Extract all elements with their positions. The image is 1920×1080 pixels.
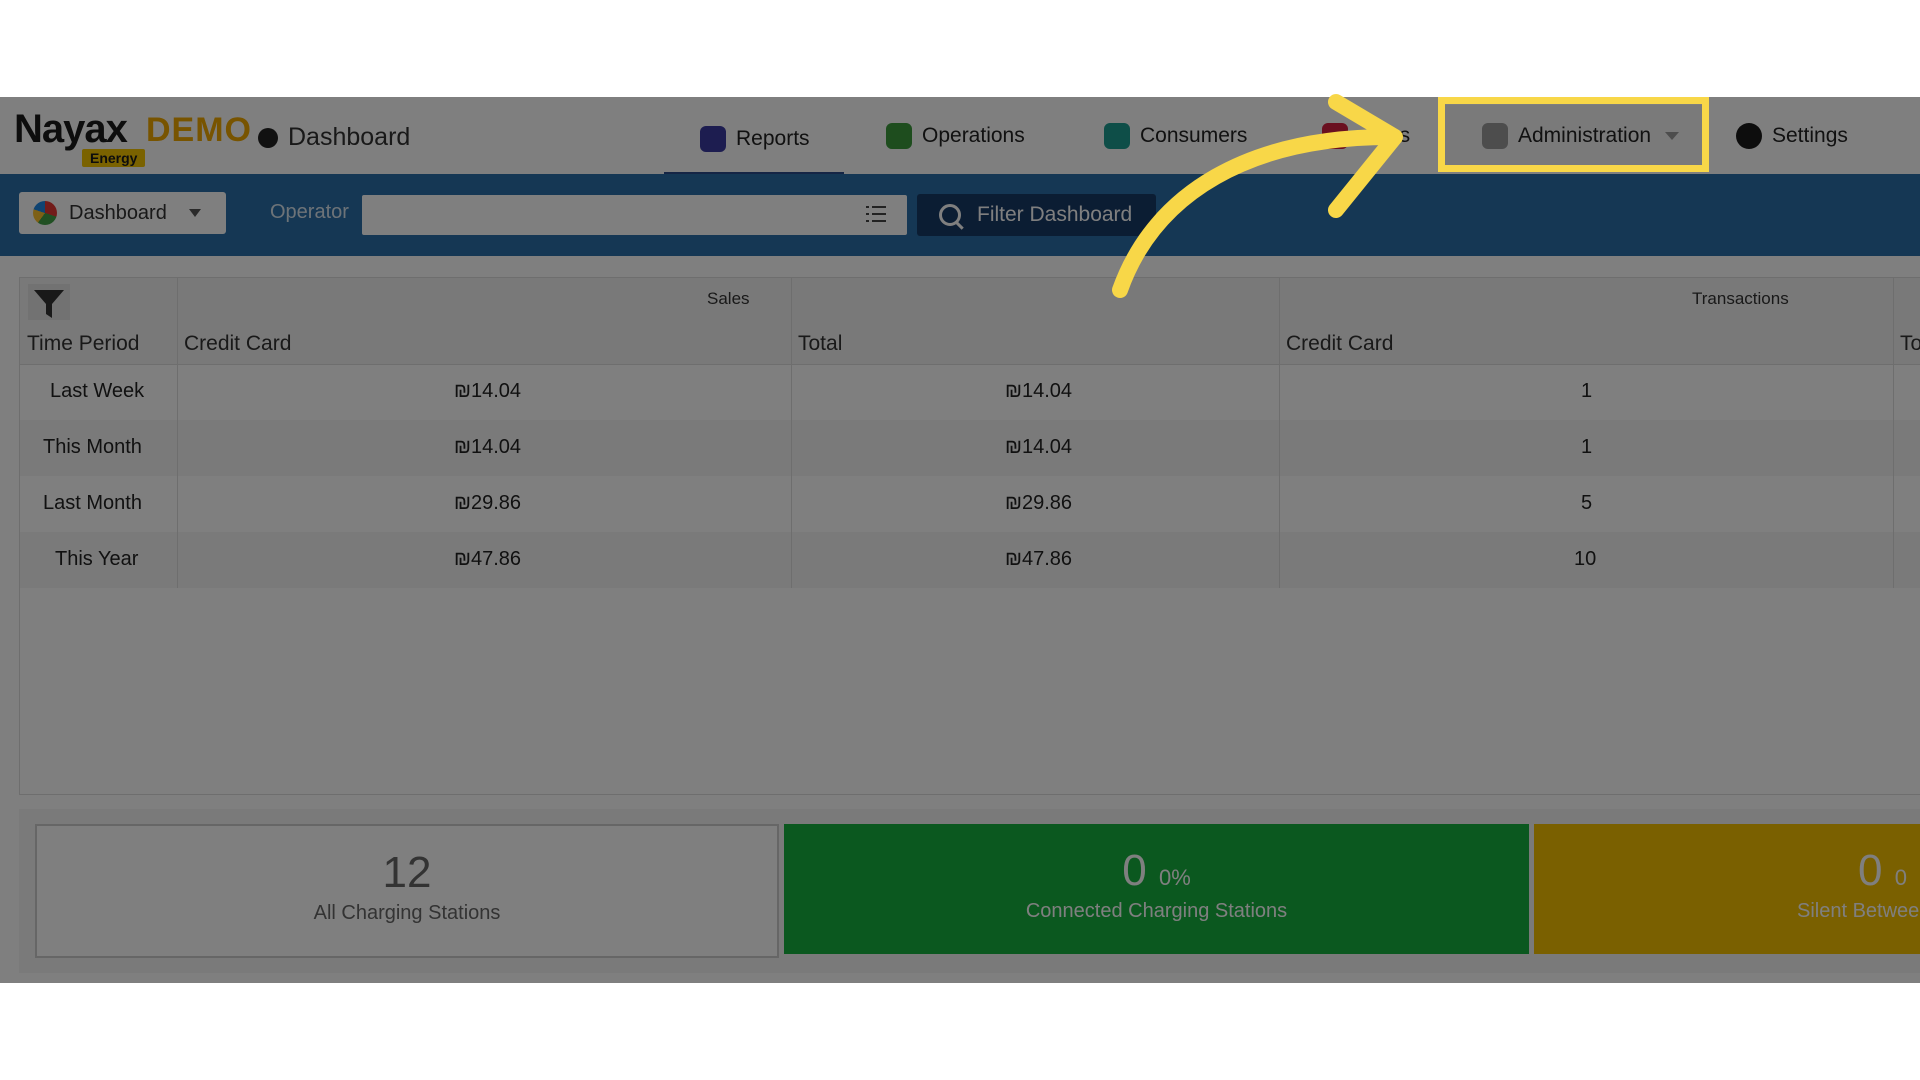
logo-energy-tag: Energy <box>82 149 146 167</box>
col-tx-total[interactable]: To <box>1900 332 1920 356</box>
nav-settings-label: Settings <box>1772 123 1848 147</box>
nav-operations-label: Operations <box>922 123 1025 147</box>
table-row: Last Month ₪29.86 ₪29.86 5 <box>20 476 1920 532</box>
filter-funnel-icon[interactable] <box>28 284 70 324</box>
settings-icon <box>1736 122 1762 149</box>
table-row: Last Week ₪14.04 ₪14.04 1 <box>20 364 1920 420</box>
stat-value: 0 0 <box>1858 846 1907 895</box>
table-row: This Month ₪14.04 ₪14.04 1 <box>20 420 1920 476</box>
summary-table: Sales Transactions Time Period Credit Ca… <box>19 277 1920 795</box>
stat-value: 12 <box>382 848 432 897</box>
column-divider <box>1279 278 1280 588</box>
breadcrumb: Dashboard <box>258 123 410 152</box>
dashboard-dot-icon <box>258 127 278 148</box>
operations-icon <box>886 122 912 149</box>
breadcrumb-label: Dashboard <box>288 123 411 151</box>
col-time-period[interactable]: Time Period <box>27 332 139 356</box>
nayax-logo[interactable]: Nayax DEMO Energy <box>14 107 251 167</box>
administration-highlight <box>1438 97 1709 172</box>
pointer-arrow-icon <box>1112 94 1403 298</box>
pie-chart-icon <box>33 201 57 225</box>
stat-value: 0 0% <box>1122 846 1191 895</box>
search-icon <box>939 204 961 226</box>
stat-label: Silent Between <box>1797 900 1920 922</box>
cell-period: Last Month <box>43 492 142 514</box>
app-window: Nayax DEMO Energy Dashboard Reports Oper… <box>0 97 1920 983</box>
cell-period: Last Week <box>50 380 145 402</box>
nav-reports-label: Reports <box>736 126 810 150</box>
stat-label: All Charging Stations <box>313 902 501 924</box>
cell-sales-cc: ₪14.04 <box>454 380 522 402</box>
dashboard-select-label: Dashboard <box>69 201 167 224</box>
cell-period: This Month <box>43 436 142 458</box>
table-row: This Year ₪47.86 ₪47.86 10 <box>20 532 1920 588</box>
list-icon[interactable] <box>866 206 886 222</box>
group-transactions: Transactions <box>1692 289 1789 308</box>
station-stats: 12 All Charging Stations 0 0% Connected … <box>19 809 1920 973</box>
group-sales: Sales <box>707 289 750 308</box>
table-column-header: Time Period Credit Card Total Credit Car… <box>20 320 1920 365</box>
column-divider <box>791 278 792 588</box>
column-divider <box>1893 278 1894 588</box>
filter-toolbar: Dashboard Operator Filter Dashboard <box>0 174 1920 256</box>
stat-card-silent-stations[interactable]: 0 0 Silent Between <box>1534 824 1920 954</box>
stat-card-all-stations[interactable]: 12 All Charging Stations <box>35 824 779 958</box>
nav-reports[interactable]: Reports <box>664 105 844 175</box>
col-tx-credit-card[interactable]: Credit Card <box>1286 332 1393 356</box>
operator-input[interactable] <box>362 195 907 235</box>
cell-period: This Year <box>55 548 139 570</box>
cell-sales-cc: ₪14.04 <box>454 436 522 458</box>
cell-tx-cc: 1 <box>1581 436 1593 458</box>
cell-sales-cc: ₪47.86 <box>454 548 522 570</box>
cell-sales-cc: ₪29.86 <box>454 492 522 514</box>
logo-demo: DEMO <box>146 111 252 149</box>
cell-sales-total: ₪14.04 <box>1005 380 1073 402</box>
cell-sales-total: ₪47.86 <box>1005 548 1073 570</box>
cell-tx-cc: 1 <box>1581 380 1593 402</box>
reports-icon <box>700 125 726 152</box>
col-sales-credit-card[interactable]: Credit Card <box>184 332 291 356</box>
col-sales-total[interactable]: Total <box>798 332 842 356</box>
logo-brand: Nayax <box>14 107 128 151</box>
cell-tx-cc: 5 <box>1581 492 1593 514</box>
dashboard-select[interactable]: Dashboard <box>19 192 226 234</box>
cell-sales-total: ₪14.04 <box>1005 436 1073 458</box>
caret-down-icon <box>188 209 201 217</box>
nav-settings[interactable]: Settings <box>1736 97 1848 174</box>
cell-sales-total: ₪29.86 <box>1005 492 1073 514</box>
cell-tx-cc: 10 <box>1574 548 1597 570</box>
stat-label: Connected Charging Stations <box>1025 900 1288 922</box>
column-divider <box>177 278 178 588</box>
table-group-header: Sales Transactions <box>20 278 1920 324</box>
operator-label: Operator <box>270 201 349 223</box>
nav-operations[interactable]: Operations <box>886 97 1025 174</box>
stat-card-connected-stations[interactable]: 0 0% Connected Charging Stations <box>784 824 1529 954</box>
